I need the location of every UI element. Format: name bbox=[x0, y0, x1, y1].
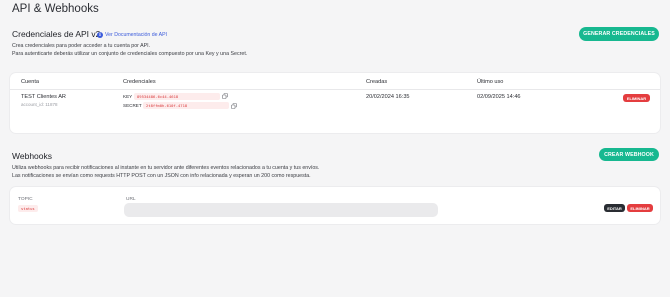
api-docs-link-label: Ver Documentación de API bbox=[105, 32, 167, 38]
secret-value: 2t8ffm0h-610f-4718 bbox=[143, 102, 229, 109]
api-description-line-1: Crea credenciales para poder acceder a t… bbox=[12, 43, 151, 49]
topic-label: TOPIC bbox=[18, 197, 33, 202]
page-title: API & Webhooks bbox=[12, 3, 99, 15]
account-id: account_id: 11878 bbox=[21, 102, 58, 107]
column-header-credentials: Credenciales bbox=[123, 79, 156, 85]
url-field[interactable] bbox=[124, 203, 438, 217]
copy-secret-icon[interactable] bbox=[231, 103, 237, 109]
edit-webhook-button[interactable]: EDITAR bbox=[604, 204, 625, 212]
key-value: 89534486-6c44-4618 bbox=[134, 93, 220, 100]
key-label: KEY bbox=[123, 94, 133, 99]
delete-webhook-button[interactable]: ELIMINAR bbox=[627, 204, 653, 212]
webhooks-description-line-2: Las notificaciones se envían como reques… bbox=[12, 173, 311, 179]
create-webhook-button[interactable]: CREAR WEBHOOK bbox=[599, 148, 659, 161]
column-header-created: Creadas bbox=[366, 79, 388, 85]
api-description-line-2: Para autenticarte deberás utilizar un co… bbox=[12, 51, 248, 57]
account-name: TEST Clientes AR bbox=[21, 94, 66, 100]
generate-credentials-button[interactable]: GENERAR CREDENCIALES bbox=[579, 27, 659, 41]
copy-key-icon[interactable] bbox=[222, 93, 228, 99]
url-label: URL bbox=[126, 197, 136, 202]
column-header-last-use: Último uso bbox=[477, 79, 504, 85]
api-docs-link[interactable]: i Ver Documentación de API bbox=[97, 32, 167, 38]
topic-value: status bbox=[18, 205, 38, 212]
secret-label: SECRET bbox=[123, 103, 142, 108]
webhooks-description-line-1: Utiliza webhooks para recibir notificaci… bbox=[12, 165, 320, 171]
table-row bbox=[10, 90, 660, 116]
created-date: 20/02/2024 16:35 bbox=[366, 94, 410, 100]
info-icon: i bbox=[97, 32, 103, 38]
api-credentials-title: Credenciales de API v2 bbox=[12, 29, 101, 39]
delete-credentials-button[interactable]: ELIMINAR bbox=[623, 94, 650, 102]
webhooks-title: Webhooks bbox=[12, 151, 53, 161]
column-header-account: Cuenta bbox=[21, 79, 40, 85]
last-use-date: 02/09/2025 14:46 bbox=[477, 94, 521, 100]
